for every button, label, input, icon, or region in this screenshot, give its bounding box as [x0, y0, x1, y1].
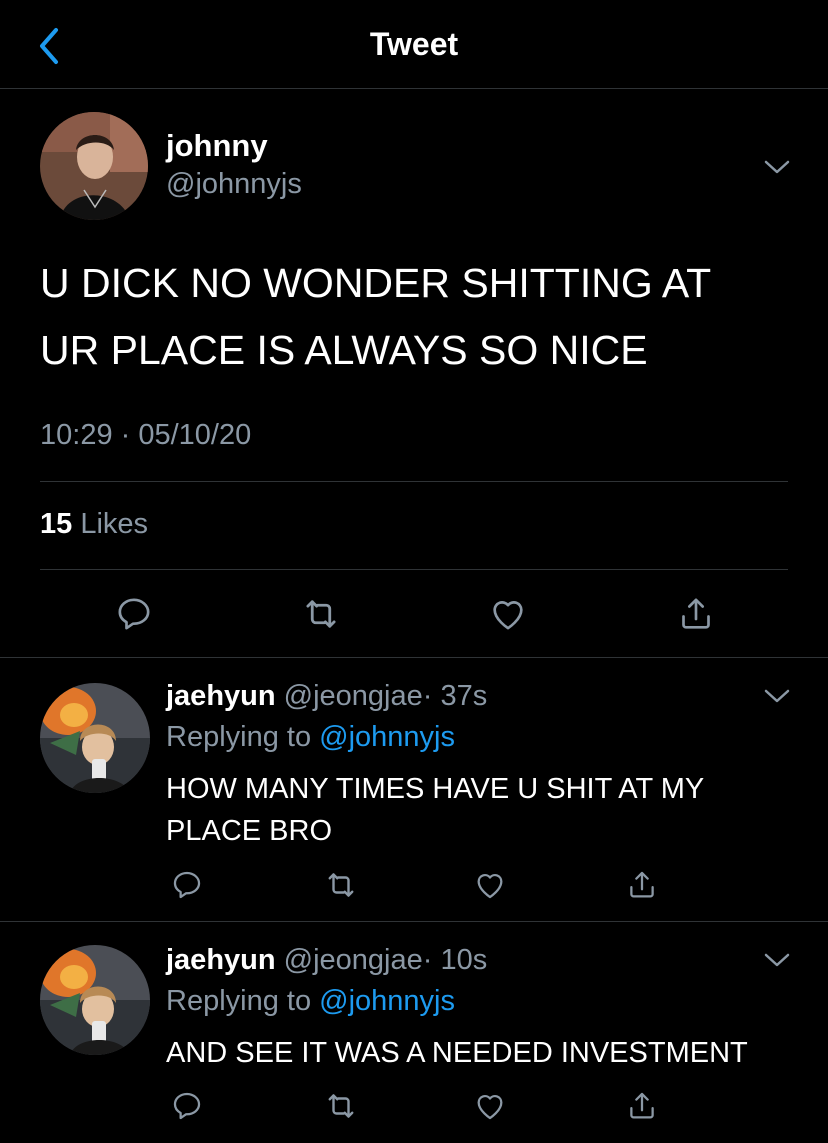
replying-to-link[interactable]: @johnnyjs — [319, 985, 455, 1017]
like-button[interactable] — [471, 866, 509, 904]
chevron-down-icon — [764, 689, 790, 703]
reply-button[interactable] — [112, 592, 156, 636]
likes-label: Likes — [80, 508, 149, 540]
reply-icon — [118, 598, 150, 630]
share-button[interactable] — [623, 866, 661, 904]
author-name[interactable]: johnny — [166, 128, 268, 164]
share-icon — [630, 871, 654, 898]
reply-icon — [173, 1092, 201, 1120]
avatar[interactable] — [40, 683, 150, 793]
tweet-text: U DICK NO WONDER SHITTING AT UR PLACE IS… — [40, 250, 800, 384]
reply-author-name[interactable]: jaehyun — [166, 944, 276, 976]
share-button[interactable] — [674, 592, 718, 636]
reply-time: · 37s — [422, 680, 488, 712]
likes-stat[interactable]: 15 Likes — [40, 508, 148, 541]
reply-author-handle[interactable]: @jeongjae — [284, 680, 423, 712]
tweet-text-line: UR PLACE IS ALWAYS SO NICE — [40, 327, 648, 373]
tweet-menu-button[interactable] — [762, 686, 792, 706]
heart-icon — [493, 601, 523, 630]
tweet-timestamp: 10:29 · 05/10/20 — [40, 419, 252, 451]
replying-to: Replying to @johnnyjs — [166, 985, 455, 1018]
tweet-text-line: U DICK NO WONDER SHITTING AT — [40, 260, 712, 306]
tweet-menu-button[interactable] — [762, 157, 792, 177]
likes-count: 15 — [40, 508, 73, 540]
retweet-button[interactable] — [299, 592, 343, 636]
chevron-down-icon — [764, 953, 790, 967]
divider — [0, 657, 828, 658]
heart-icon — [477, 1095, 503, 1120]
chevron-down-icon — [764, 160, 790, 174]
heart-icon — [477, 874, 503, 899]
avatar-jaehyun — [40, 945, 150, 1055]
reply-header: jaehyun @jeongjae· 10s — [166, 944, 487, 977]
page-title: Tweet — [369, 26, 459, 62]
reply-button[interactable] — [168, 1087, 206, 1125]
divider — [0, 921, 828, 922]
like-button[interactable] — [486, 592, 530, 636]
retweet-icon — [306, 600, 336, 628]
replying-to-link[interactable]: @johnnyjs — [319, 721, 455, 753]
reply-icon — [173, 871, 201, 899]
avatar[interactable] — [40, 112, 148, 220]
retweet-button[interactable] — [322, 866, 360, 904]
replying-to-label: Replying to — [166, 721, 312, 753]
reply-time: · 10s — [422, 944, 488, 976]
like-button[interactable] — [471, 1087, 509, 1125]
reply-author-handle[interactable]: @jeongjae — [284, 944, 423, 976]
reply-button[interactable] — [168, 866, 206, 904]
top-bar: Tweet — [0, 0, 828, 88]
avatar[interactable] — [40, 945, 150, 1055]
author-handle[interactable]: @johnnyjs — [166, 168, 302, 201]
share-icon — [630, 1092, 654, 1119]
header-divider — [0, 88, 828, 89]
avatar-johnny — [40, 112, 148, 220]
reply-header: jaehyun @jeongjae· 37s — [166, 680, 487, 713]
reply-text: AND SEE IT WAS A NEEDED INVESTMENT — [166, 1037, 748, 1069]
avatar-jaehyun — [40, 683, 150, 793]
replying-to: Replying to @johnnyjs — [166, 721, 455, 754]
retweet-icon — [328, 1094, 354, 1118]
divider — [40, 481, 788, 482]
share-button[interactable] — [623, 1087, 661, 1125]
retweet-icon — [328, 873, 354, 897]
replying-to-label: Replying to — [166, 985, 312, 1017]
reply-text: HOW MANY TIMES HAVE U SHIT AT MY PLACE B… — [166, 773, 704, 847]
divider — [40, 569, 788, 570]
tweet-menu-button[interactable] — [762, 950, 792, 970]
share-icon — [682, 598, 710, 629]
retweet-button[interactable] — [322, 1087, 360, 1125]
reply-author-name[interactable]: jaehyun — [166, 680, 276, 712]
